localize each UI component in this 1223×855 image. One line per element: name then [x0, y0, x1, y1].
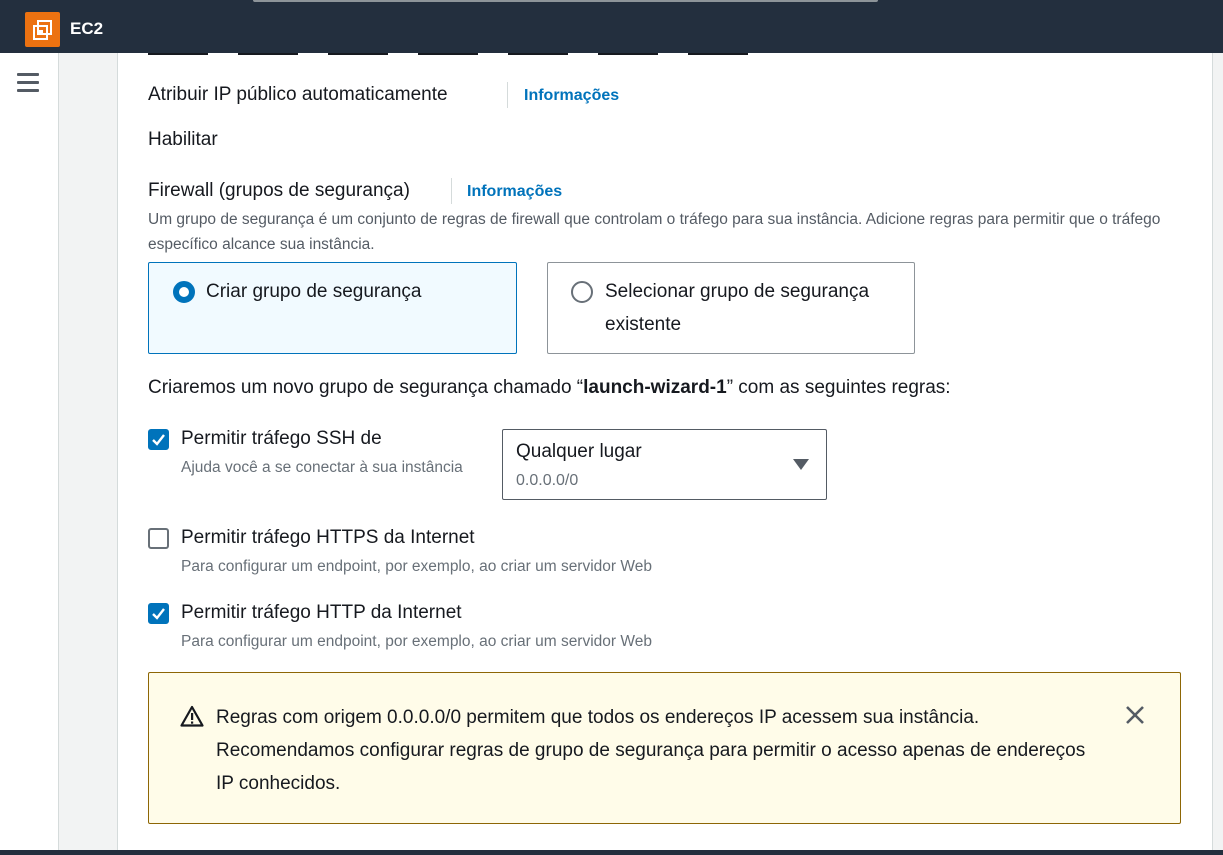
radio-unselected-icon[interactable]	[571, 281, 593, 303]
side-navigation-rail	[0, 53, 59, 850]
create-security-group-label: Criar grupo de segurança	[206, 281, 422, 302]
https-rule-help: Para configurar um endpoint, por exemplo…	[181, 558, 652, 575]
firewall-description: Um grupo de segurança é um conjunto de r…	[148, 211, 1161, 253]
ssh-source-cidr: 0.0.0.0/0	[516, 472, 579, 489]
https-rule-label: Permitir tráfego HTTPS da Internet	[181, 527, 475, 548]
http-rule-label: Permitir tráfego HTTP da Internet	[181, 602, 462, 623]
hamburger-menu-icon[interactable]	[17, 73, 39, 93]
new-group-note: Criaremos um novo grupo de segurança cha…	[148, 377, 951, 398]
divider	[451, 178, 452, 204]
ssh-source-value: Qualquer lugar	[516, 441, 642, 462]
http-checkbox[interactable]	[148, 603, 169, 624]
checkmark-icon	[152, 434, 165, 446]
select-existing-group-tile[interactable]: Selecionar grupo de segurança existente	[547, 262, 915, 354]
divider	[507, 82, 508, 108]
clipped-text-line	[148, 53, 848, 57]
radio-selected-icon[interactable]	[173, 281, 195, 303]
bottom-bar	[0, 850, 1223, 855]
https-checkbox[interactable]	[148, 528, 169, 549]
create-security-group-tile[interactable]: Criar grupo de segurança	[148, 262, 517, 354]
new-group-name: launch-wizard-1	[583, 377, 727, 398]
warning-text: Regras com origem 0.0.0.0/0 permitem que…	[216, 707, 1086, 794]
ec2-service-icon[interactable]	[25, 12, 60, 47]
ssh-rule-help: Ajuda você a se conectar à sua instância	[181, 459, 463, 476]
ssh-rule-label: Permitir tráfego SSH de	[181, 428, 382, 449]
public-ip-info-link[interactable]: Informações	[524, 87, 619, 105]
checkmark-icon	[152, 608, 165, 620]
ssh-source-select[interactable]: Qualquer lugar 0.0.0.0/0	[502, 429, 827, 500]
http-rule-help: Para configurar um endpoint, por exemplo…	[181, 633, 652, 650]
warning-triangle-icon	[180, 705, 204, 727]
ssh-checkbox[interactable]	[148, 429, 169, 450]
firewall-info-link[interactable]: Informações	[467, 183, 562, 201]
close-icon[interactable]	[1123, 703, 1147, 727]
caret-down-icon[interactable]	[793, 459, 809, 470]
top-navigation-bar: EC2	[0, 0, 1223, 53]
search-bar-edge[interactable]	[253, 0, 878, 2]
warning-alert: Regras com origem 0.0.0.0/0 permitem que…	[148, 672, 1181, 824]
public-ip-value: Habilitar	[148, 129, 218, 150]
service-title[interactable]: EC2	[70, 19, 103, 39]
public-ip-label: Atribuir IP público automaticamente	[148, 84, 448, 105]
select-existing-group-label: Selecionar grupo de segurança existente	[605, 281, 870, 335]
firewall-label: Firewall (grupos de segurança)	[148, 180, 410, 201]
